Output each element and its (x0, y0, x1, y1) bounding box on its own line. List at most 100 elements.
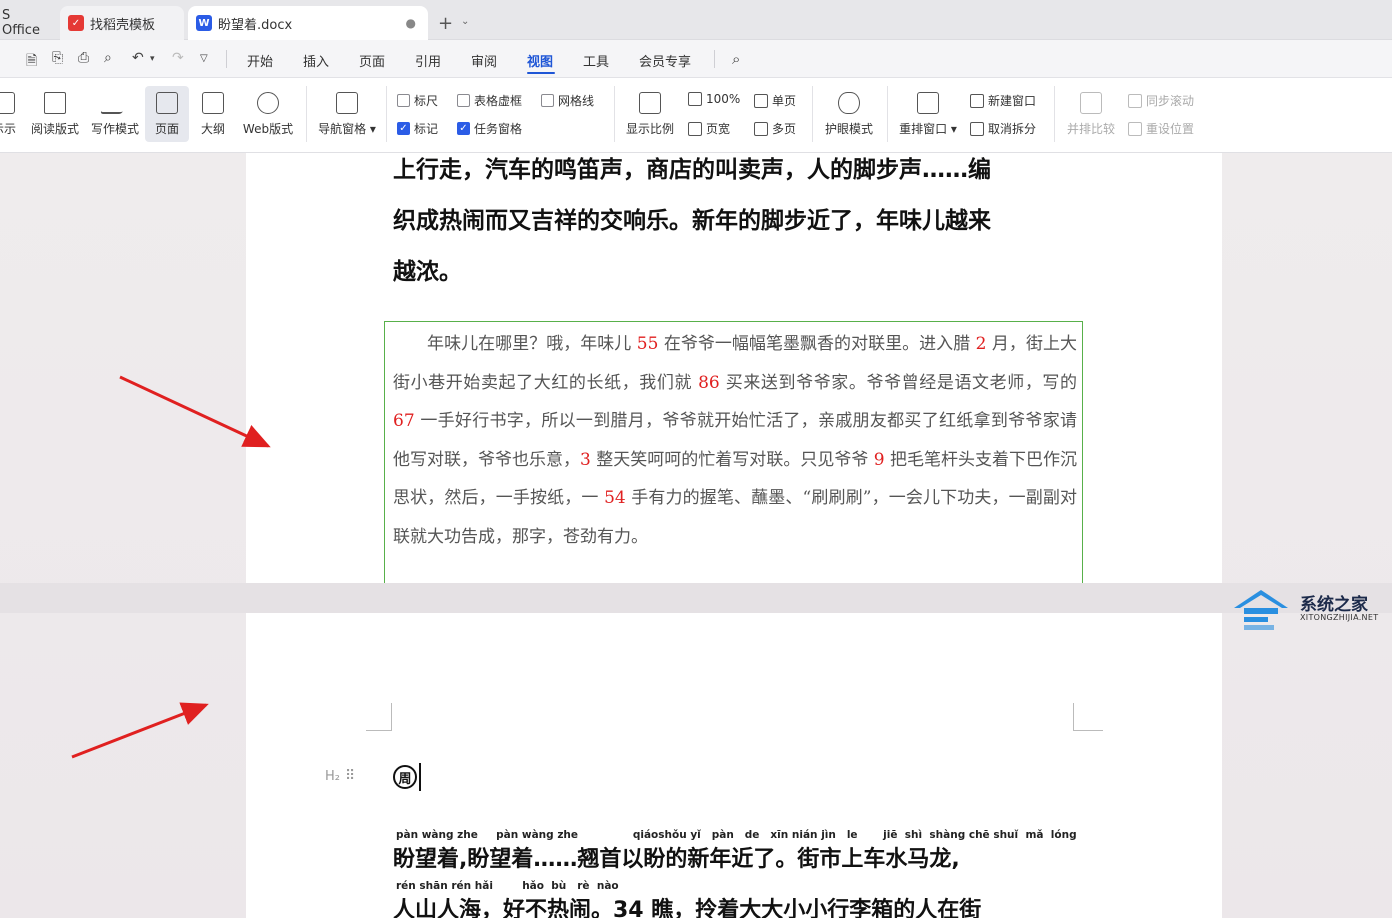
text-run: 买来送到爷爷家。爷爷曾经是语文老师，写的 (719, 372, 1078, 393)
tab-wps-office[interactable]: S Office (0, 6, 54, 40)
zoom-button[interactable]: 显示比例 (622, 86, 678, 142)
menu-tools[interactable]: 工具 (583, 51, 609, 70)
button-label: Web版式 (242, 122, 294, 136)
menu-page[interactable]: 页面 (359, 51, 385, 70)
save-icon[interactable]: 🗎 (26, 50, 37, 74)
tracked-change-box[interactable]: 年味儿在哪里？哦，年味儿 55 在爷爷一幅幅笔墨飘香的对联里。进入腊 2 月，街… (384, 321, 1083, 583)
button-label: 并排比较 (1066, 122, 1115, 136)
menu-review[interactable]: 审阅 (471, 51, 497, 70)
button-label: 新建窗口 (988, 94, 1037, 108)
heading-paragraph: 上行走，汽车的鸣笛声，商店的叫卖声，人的脚步声……编 织成热闹而又吉祥的交响乐。… (393, 145, 1083, 298)
eye-icon (838, 92, 860, 114)
navigation-pane-button[interactable]: 导航窗格 ▾ (316, 86, 378, 142)
watermark-url: XITONGZHIJIA.NET (1300, 613, 1379, 622)
page-width-button[interactable]: 页宽 (688, 120, 730, 137)
sync-scroll-button[interactable]: 同步滚动 (1128, 92, 1194, 109)
page-1[interactable]: 上行走，汽车的鸣笛声，商店的叫卖声，人的脚步声……编 织成热闹而又吉祥的交响乐。… (246, 153, 1222, 583)
page-gap (0, 583, 1392, 613)
table-gridlines-checkbox[interactable]: 表格虚框 (457, 92, 522, 109)
button-label: 重排窗口 ▾ (899, 122, 957, 136)
checkbox-box (541, 94, 554, 107)
drag-handle-icon[interactable]: ⠿ (345, 768, 355, 784)
reading-mode-button[interactable]: 阅读版式 (28, 86, 82, 142)
gridlines-checkbox[interactable]: 网格线 (541, 92, 594, 109)
markup-checkbox[interactable]: ✓ 标记 (397, 120, 438, 137)
tab-daoke-templates[interactable]: ✓ 找稻壳模板 (60, 6, 184, 40)
menu-view[interactable]: 视图 (527, 51, 553, 70)
divider (812, 86, 813, 142)
menu-member[interactable]: 会员专享 (639, 51, 691, 70)
cancel-split-button[interactable]: 取消拆分 (970, 120, 1036, 137)
menu-insert[interactable]: 插入 (303, 51, 329, 70)
button-label: 护眼模式 (824, 122, 873, 136)
new-window-button[interactable]: 新建窗口 (970, 92, 1036, 109)
zoom-percent-icon (639, 92, 661, 114)
undo-icon[interactable]: ↶ (132, 50, 144, 66)
new-window-icon (970, 93, 984, 108)
play-doc-icon (44, 92, 66, 114)
new-tab-button[interactable]: + (438, 13, 453, 34)
writing-mode-button[interactable]: 写作模式 (88, 86, 142, 142)
reset-position-button[interactable]: 重设位置 (1128, 120, 1194, 137)
export-icon[interactable]: ⎘ (52, 50, 63, 66)
one-to-one-icon (688, 92, 702, 106)
outline-button[interactable]: 大纲 (194, 86, 232, 142)
tab-label: S Office (2, 8, 40, 38)
chevron-down-icon[interactable]: ⌄ (461, 16, 469, 27)
task-pane-checkbox[interactable]: ✓ 任务窗格 (457, 120, 522, 137)
inline-number: 3 (580, 449, 591, 470)
checkbox-label: 标记 (414, 122, 439, 136)
divider (1054, 86, 1055, 142)
button-label: 页面 (154, 122, 179, 136)
divider (614, 86, 615, 142)
redo-icon[interactable]: ↷ (172, 50, 184, 66)
eye-protection-button[interactable]: 护眼模式 (820, 86, 878, 142)
nav-pane-icon (336, 92, 358, 114)
arrange-windows-button[interactable]: 重排窗口 ▾ (896, 86, 960, 142)
undo-dropdown-icon[interactable]: ▾ (150, 54, 155, 64)
web-layout-button[interactable]: Web版式 (240, 86, 296, 142)
reset-position-icon (1128, 121, 1142, 136)
page-view-button[interactable]: 页面 (145, 86, 189, 142)
quick-access-more-icon[interactable]: ▽ (200, 53, 208, 64)
search-icon[interactable]: ⌕ (732, 50, 740, 68)
pinyin-line: rén shān rén hǎi hǎo bù rè nào (396, 880, 619, 892)
ruler-checkbox[interactable]: 标尺 (397, 92, 438, 109)
unsaved-dot-icon[interactable]: ● (406, 16, 416, 30)
button-label: 显示比例 (625, 122, 674, 136)
tab-document[interactable]: W 盼望着.docx ● (188, 6, 428, 40)
print-icon[interactable]: ⎙ (78, 50, 89, 66)
checkbox-box (457, 94, 470, 107)
divider (714, 50, 715, 68)
divider (887, 86, 888, 142)
watermark-name: 系统之家 (1300, 595, 1368, 615)
arrange-windows-icon (917, 92, 939, 114)
heading-level-marker: H₂ (325, 769, 340, 784)
menu-references[interactable]: 引用 (415, 51, 441, 70)
multi-page-button[interactable]: 多页 (754, 120, 796, 137)
button-label: 阅读版式 (30, 122, 79, 136)
active-menu-indicator (527, 72, 555, 74)
checkbox-label: 标尺 (414, 94, 439, 108)
document-area[interactable]: 上行走，汽车的鸣笛声，商店的叫卖声，人的脚步声……编 织成热闹而又吉祥的交响乐。… (0, 153, 1392, 918)
button-label: 示示 (0, 122, 16, 136)
zoom-100-button[interactable]: 100% (688, 92, 740, 106)
full-screen-button[interactable]: 示示 (0, 86, 22, 142)
page-2[interactable]: H₂ ⠿ 周 pàn wàng zhe pàn wàng zhe qiáoshǒ… (246, 613, 1222, 918)
checkbox-label: 网格线 (558, 94, 595, 108)
divider (386, 86, 387, 142)
tab-label: 盼望着.docx (218, 17, 293, 33)
divider (226, 50, 227, 68)
check-icon: ✓ (457, 122, 470, 135)
single-page-button[interactable]: 单页 (754, 92, 796, 109)
button-label: 多页 (772, 122, 797, 136)
fullscreen-icon (0, 92, 15, 114)
button-label: 单页 (772, 94, 797, 108)
text-line: 上行走，汽车的鸣笛声，商店的叫卖声，人的脚步声……编 (393, 157, 991, 183)
body-paragraph: 年味儿在哪里？哦，年味儿 55 在爷爷一幅幅笔墨飘香的对联里。进入腊 2 月，街… (393, 325, 1077, 556)
menu-bar: 🗎 ⎘ ⎙ ⌕ ↶ ▾ ↷ ▽ 开始 插入 页面 引用 审阅 视图 工具 会员专… (0, 40, 1392, 78)
house-logo-icon (1234, 590, 1288, 630)
menu-start[interactable]: 开始 (247, 51, 273, 70)
print-preview-icon[interactable]: ⌕ (104, 50, 112, 66)
side-by-side-button[interactable]: 并排比较 (1062, 86, 1120, 142)
